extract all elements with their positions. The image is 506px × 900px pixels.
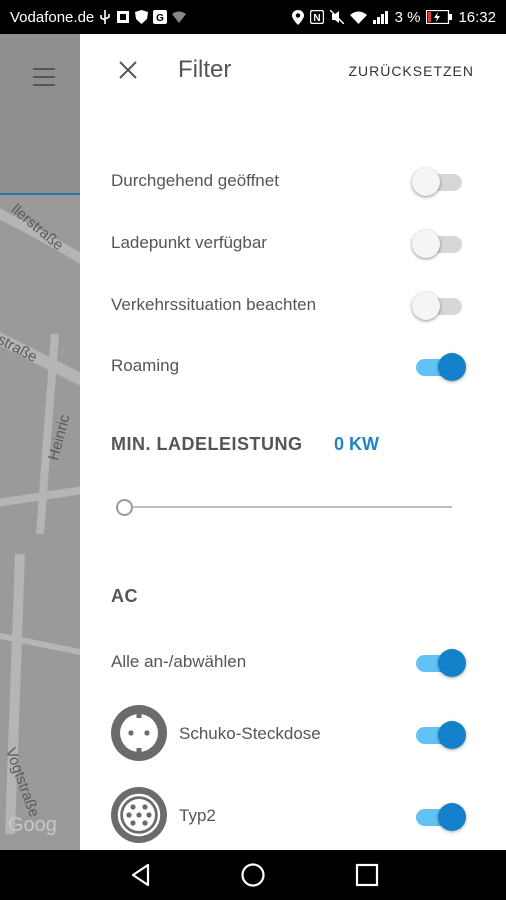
min-power-slider[interactable] [116,497,452,517]
page-title: Filter [178,56,232,83]
shield-icon [135,10,149,24]
mute-icon [329,10,344,24]
filter-row-open-24h: Durchgehend geöffnet [111,161,466,201]
slider-thumb[interactable] [116,499,133,516]
toggle-schuko[interactable] [412,716,466,752]
navigation-bar [0,850,506,900]
toggle-traffic[interactable] [412,287,466,323]
toggle-select-all[interactable] [412,644,466,680]
svg-text:G: G [156,13,164,24]
recents-icon[interactable] [354,862,380,893]
filter-row-roaming: Roaming [111,346,466,386]
min-power-heading: MIN. LADELEISTUNG [111,434,303,454]
menu-icon[interactable] [33,68,55,92]
toggle-type2[interactable] [412,798,466,834]
filter-row-schuko [412,714,466,754]
location-icon [291,9,304,25]
map-header [0,34,80,194]
google-watermark: Goog [8,814,57,836]
plug-label-type2: Typ2 [179,806,216,825]
carrier-name: Vodafone.de [10,8,95,26]
status-bar: Vodafone.de G N 3 % 16:32 [0,0,506,34]
map-header-divider [0,193,80,195]
battery-charging-icon [426,10,453,24]
back-icon[interactable] [128,862,154,893]
svg-text:N: N [313,13,320,24]
clock: 16:32 [458,8,496,26]
reset-button[interactable]: ZURÜCKSETZEN [348,63,474,79]
toggle-roaming[interactable] [412,348,466,384]
usb-icon [99,10,111,24]
filter-label: Verkehrssituation beachten [111,295,317,314]
filter-label: Ladepunkt verfügbar [111,233,267,252]
schuko-plug-icon [111,705,167,761]
slider-track [122,506,452,508]
plug-label-schuko: Schuko-Steckdose [179,724,321,743]
close-icon[interactable] [116,58,140,82]
filter-row-type2 [412,796,466,836]
filter-panel: Filter ZURÜCKSETZEN Durchgehend geöffnet… [80,34,506,850]
home-icon[interactable] [240,862,266,893]
min-power-value: 0 KW [334,434,379,454]
google-icon: G [153,10,168,24]
filter-row-available: Ladepunkt verfügbar [111,223,466,263]
ac-heading: AC [111,586,138,606]
notification-icon [116,10,130,24]
toggle-available[interactable] [412,225,466,261]
filter-row-select-all: Alle an-/abwählen [111,642,466,682]
filter-label: Roaming [111,356,180,375]
filter-label: Alle an-/abwählen [111,652,247,671]
filter-row-traffic: Verkehrssituation beachten [111,285,466,325]
wifi-icon [349,11,367,24]
signal-icon [372,10,389,24]
filter-label: Durchgehend geöffnet [111,171,279,190]
battery-percent: 3 % [394,8,421,26]
nfc-icon: N [309,10,324,24]
toggle-open-24h[interactable] [412,163,466,199]
wifi-question-icon [172,11,187,23]
type2-plug-icon [111,787,167,843]
